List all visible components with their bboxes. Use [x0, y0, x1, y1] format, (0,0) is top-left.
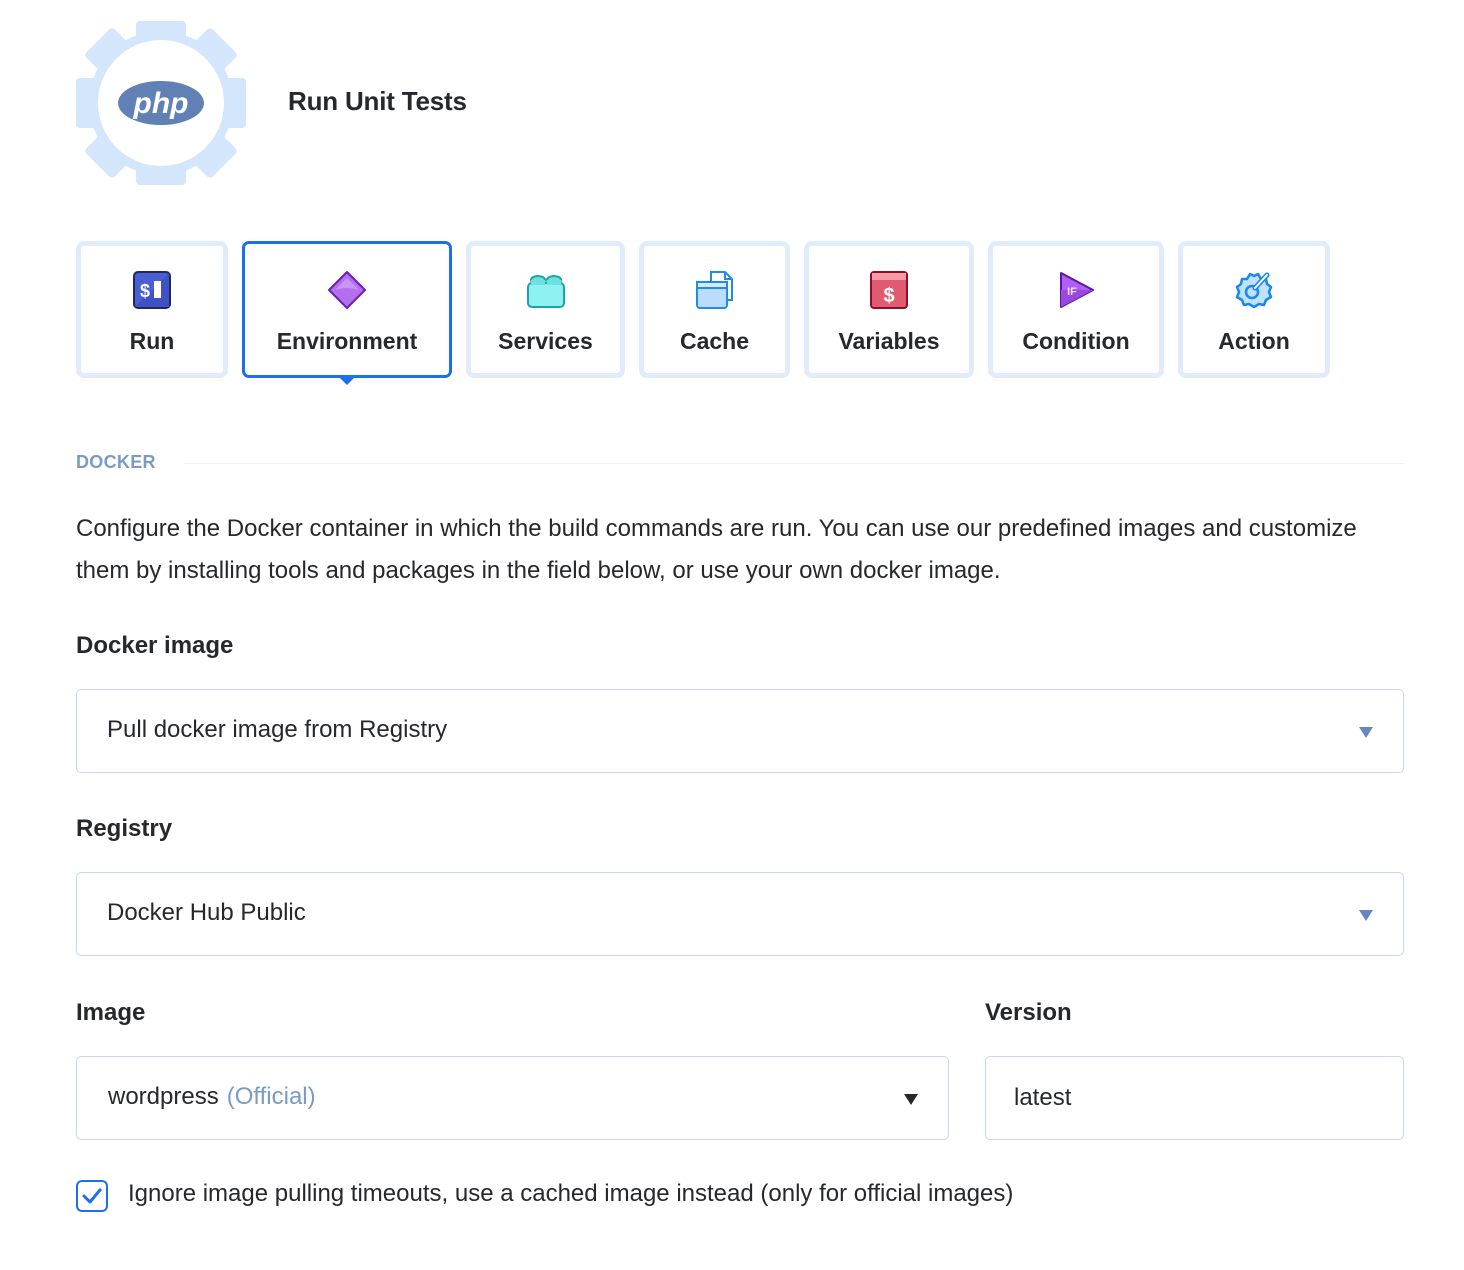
chevron-down-icon	[1359, 910, 1373, 921]
section-description: Configure the Docker container in which …	[76, 515, 1357, 584]
svg-text:$: $	[140, 281, 150, 301]
image-label: Image	[76, 999, 146, 1026]
tab-run[interactable]: $ Run	[76, 241, 228, 378]
registry-value: Docker Hub Public	[107, 899, 306, 926]
docker-image-value: Pull docker image from Registry	[107, 716, 448, 743]
tab-label: Cache	[679, 328, 750, 354]
tab-label: Environment	[276, 328, 418, 354]
svg-text:IF: IF	[1067, 286, 1077, 298]
version-input[interactable]	[985, 1056, 1404, 1140]
tab-label: Run	[129, 328, 175, 354]
folder-files-icon	[695, 270, 735, 310]
ignore-timeouts-checkbox[interactable]	[76, 1180, 108, 1212]
version-label: Version	[985, 999, 1072, 1026]
if-play-icon: IF	[1056, 270, 1096, 310]
diamond-icon	[327, 270, 367, 310]
wrench-gear-icon	[1234, 270, 1274, 310]
dollar-window-icon: $	[869, 270, 909, 310]
ignore-timeouts-label[interactable]: Ignore image pulling timeouts, use a cac…	[128, 1180, 1013, 1208]
section-title: DOCKER	[76, 452, 156, 472]
section-divider	[184, 463, 1404, 464]
tab-label: Condition	[1022, 328, 1130, 354]
tab-environment[interactable]: Environment	[242, 241, 452, 378]
image-select[interactable]: wordpress (Official)	[76, 1056, 949, 1140]
registry-label: Registry	[76, 815, 173, 842]
page-title: Run Unit Tests	[288, 86, 467, 116]
docker-image-label: Docker image	[76, 632, 234, 659]
docker-image-select[interactable]: Pull docker image from Registry	[76, 689, 1404, 773]
registry-select[interactable]: Docker Hub Public	[76, 872, 1404, 956]
lego-block-icon	[526, 270, 566, 310]
php-gear-logo: php	[76, 21, 246, 185]
svg-text:$: $	[883, 285, 894, 307]
tab-label: Services	[498, 328, 593, 354]
tab-variables[interactable]: $ Variables	[804, 241, 974, 378]
php-logo-text: php	[133, 87, 189, 120]
tab-label: Action	[1218, 328, 1290, 354]
tab-services[interactable]: Services	[466, 241, 625, 378]
chevron-down-icon	[904, 1094, 918, 1105]
chevron-down-icon	[1359, 727, 1373, 738]
checkmark-icon	[82, 1188, 102, 1204]
tab-action[interactable]: Action	[1178, 241, 1330, 378]
tab-condition[interactable]: IF Condition	[988, 241, 1164, 378]
terminal-dollar-icon: $	[132, 270, 172, 310]
tab-label: Variables	[838, 328, 940, 354]
image-official-hint: (Official)	[226, 1083, 316, 1110]
tab-cache[interactable]: Cache	[639, 241, 790, 378]
image-value: wordpress	[108, 1083, 219, 1110]
